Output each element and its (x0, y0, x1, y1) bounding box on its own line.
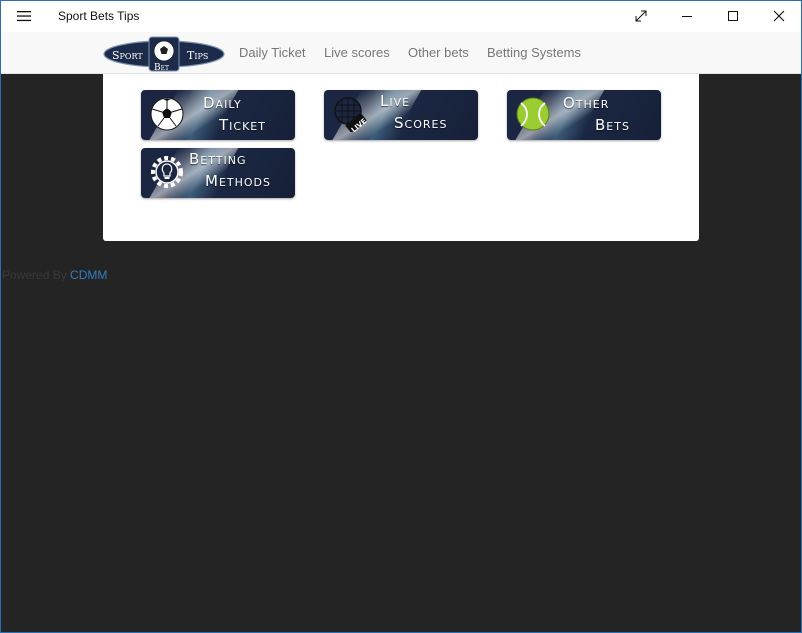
live-tennis-racket-icon: LIVE (332, 96, 368, 134)
close-icon[interactable] (756, 0, 802, 32)
maximize-icon[interactable] (710, 0, 756, 32)
hamburger-icon[interactable] (0, 0, 48, 32)
tile-live-scores[interactable]: LIVE Live Scores (324, 90, 478, 140)
tile-label-line1: Betting (189, 150, 247, 168)
tile-label-line1: Other (563, 94, 610, 112)
tile-label-line1: Daily (203, 94, 242, 112)
fullscreen-icon[interactable] (618, 0, 664, 32)
title-bar: Sport Bets Tips (0, 0, 802, 32)
nav-link-live-scores[interactable]: Live scores (324, 45, 390, 60)
navbar: Sport Tips Bet Daily Ticket Live scores … (0, 32, 802, 74)
footer-link-cdmm[interactable]: CDMM (70, 268, 107, 282)
brand-logo[interactable]: Sport Tips Bet (103, 36, 225, 73)
content-panel: Daily Ticket LIVE Live Scores Other Bets (103, 74, 699, 241)
brand-word-1: Sport (112, 49, 143, 62)
nav-link-other-bets[interactable]: Other bets (408, 45, 469, 60)
footer-prefix: Powered By (2, 268, 67, 282)
nav-link-betting-systems[interactable]: Betting Systems (487, 45, 581, 60)
tennis-ball-icon (515, 96, 551, 132)
tile-other-bets[interactable]: Other Bets (507, 90, 661, 140)
gear-lightbulb-icon (149, 154, 185, 190)
tile-label-line2: Methods (205, 172, 271, 190)
brand-word-2: Bet (154, 63, 169, 72)
tile-label-line2: Scores (394, 114, 448, 132)
brand-word-3: Tips (187, 49, 208, 62)
app-title: Sport Bets Tips (58, 9, 140, 23)
soccer-ball-icon (149, 96, 185, 132)
tile-label-line1: Live (380, 92, 411, 110)
tile-daily-ticket[interactable]: Daily Ticket (141, 90, 295, 140)
nav-link-daily-ticket[interactable]: Daily Ticket (239, 45, 305, 60)
tile-betting-methods[interactable]: Betting Methods (141, 148, 295, 198)
minimize-icon[interactable] (664, 0, 710, 32)
tile-label-line2: Ticket (219, 116, 266, 134)
footer: Powered By CDMM (2, 268, 107, 282)
tile-label-line2: Bets (595, 116, 630, 134)
